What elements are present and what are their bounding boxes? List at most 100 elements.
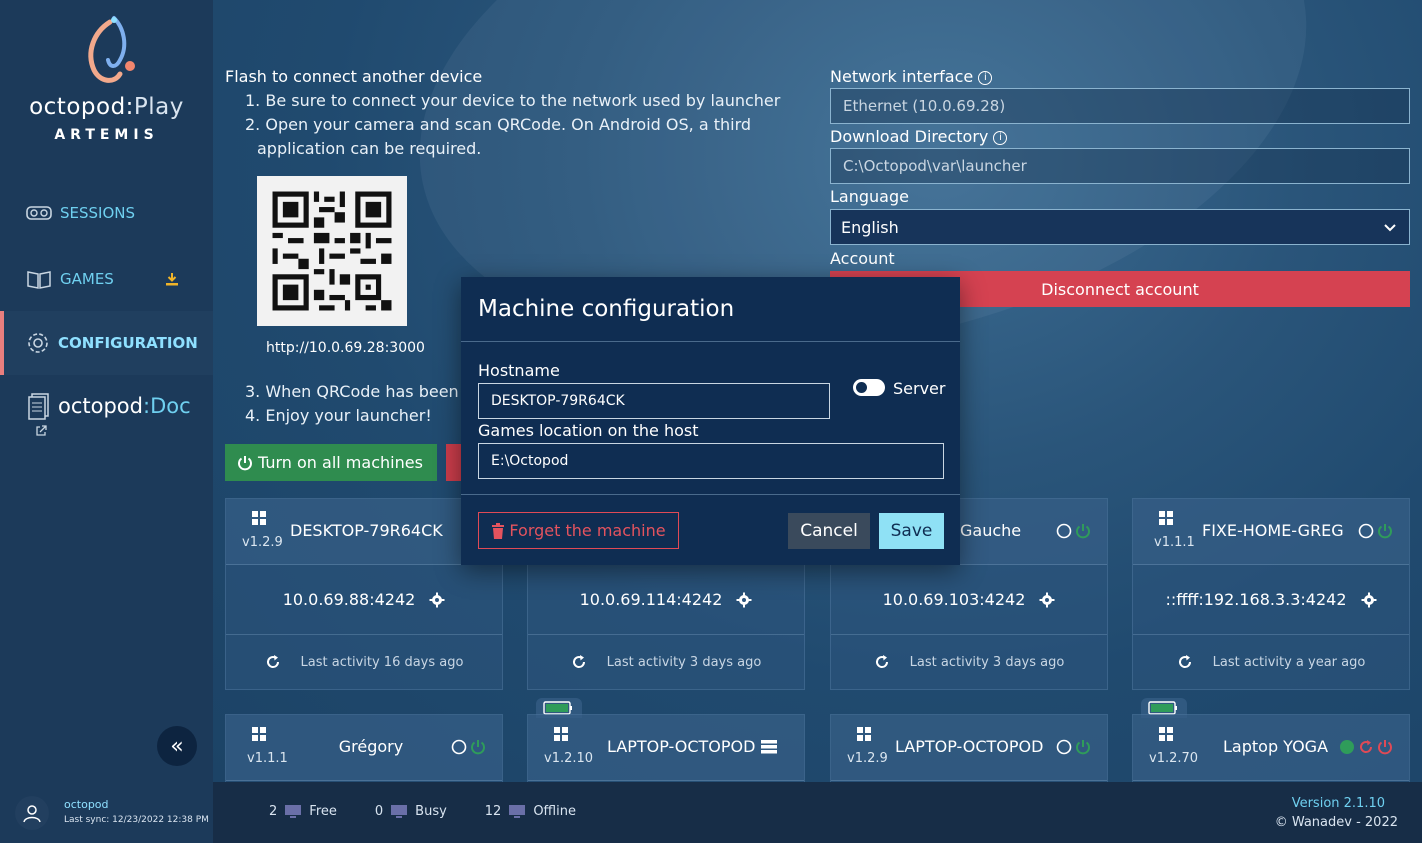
step-3: 3. When QRCode has been fl [245,382,474,401]
machine-card[interactable]: v1.2.9 LAPTOP-OCTOPOD [830,714,1108,782]
step-4: 4. Enjoy your launcher! [245,406,432,425]
windows-icon [252,511,266,525]
logo-colon: : [125,94,134,120]
trash-icon [492,522,505,539]
machine-ip: 10.0.69.103:4242 [882,590,1026,609]
machine-version: v1.2.70 [1149,751,1199,766]
restart-icon[interactable] [1358,739,1374,755]
machine-hostname: LAPTOP-OCTOPOD [607,737,756,756]
stat-free: 2 Free [269,804,337,819]
games-location-input[interactable]: E:\Octopod [478,443,944,479]
games-location-label: Games location on the host [478,421,699,440]
sidebar-item-configuration[interactable]: CONFIGURATION [0,311,213,375]
gear-icon[interactable] [1361,592,1377,608]
machine-activity: Last activity 3 days ago [909,654,1065,670]
qr-code [257,176,407,326]
flash-steps: 1. Be sure to connect your device to the… [245,89,780,161]
network-label: Network interface [830,67,974,86]
network-label-row: Network interface i [830,67,993,86]
account-label: Account [830,249,895,268]
last-sync: Last sync: 12/23/2022 12:38 PM [64,815,209,825]
machine-stats: 2 Free 0 Busy 12 Offline [269,804,614,819]
vr-headset-icon [26,206,52,220]
flash-steps-bottom: 3. When QRCode has been fl 4. Enjoy your… [245,380,474,428]
machine-hostname: Grégory [338,737,404,756]
status-online-icon [1340,740,1354,754]
language-value: English [841,217,899,237]
machine-card[interactable]: v1.1.1 FIXE-HOME-GREG ::ffff:192.168.3.3… [1132,498,1410,690]
info-icon[interactable]: i [993,130,1008,145]
monitor-icon [285,804,302,818]
machine-status-icons [1339,739,1393,755]
machine-activity: Last activity 3 days ago [606,654,762,670]
gear-icon[interactable] [429,592,445,608]
turn-on-all-button[interactable]: Turn on all machines [225,444,437,481]
stat-busy: 0 Busy [375,804,447,819]
user-panel[interactable]: octopod Last sync: 12/23/2022 12:38 PM [0,782,213,843]
machine-card-header: v1.2.70 Laptop YOGA [1133,715,1409,781]
network-interface-field[interactable]: Ethernet (10.0.69.28) [830,88,1410,124]
machine-card-header: v1.2.9 LAPTOP-OCTOPOD [831,715,1107,781]
power-icon[interactable] [1075,523,1091,539]
server-toggle-label: Server [893,379,946,398]
machine-status-icons [1358,523,1393,539]
download-directory-field[interactable]: C:\Octopod\var\launcher [830,148,1410,184]
avatar [15,796,49,830]
language-label: Language [830,187,909,206]
free-count: 2 [269,804,278,819]
machine-version: v1.2.10 [544,751,594,766]
machine-card[interactable]: v1.2.10 LAPTOP-OCTOPOD [527,714,805,782]
machine-activity-row: Last activity a year ago [1133,635,1409,689]
power-off-icon[interactable] [1377,739,1393,755]
server-toggle[interactable] [853,379,885,396]
cancel-button[interactable]: Cancel [788,513,870,549]
status-circle-icon [1358,523,1374,539]
gear-icon[interactable] [736,592,752,608]
machine-version: v1.2.9 [242,535,283,550]
stat-offline: 12 Offline [485,804,576,819]
sidebar-item-sessions[interactable]: SESSIONS [0,181,213,245]
free-label: Free [309,804,337,819]
info-icon[interactable]: i [978,70,993,85]
logo-play-text: Play [133,94,184,120]
machine-card[interactable]: v1.2.70 Laptop YOGA [1132,714,1410,782]
offline-label: Offline [533,804,576,819]
refresh-icon[interactable] [265,654,281,670]
machine-status-icons [451,739,486,755]
forget-machine-button[interactable]: Forget the machine [478,512,679,549]
power-icon[interactable] [1377,523,1393,539]
hostname-input[interactable]: DESKTOP-79R64CK [478,383,830,419]
machine-version: v1.2.9 [847,751,888,766]
machine-hostname: Laptop YOGA [1223,737,1329,756]
refresh-icon[interactable] [1177,654,1193,670]
sidebar-item-games[interactable]: GAMES [0,247,213,311]
language-select[interactable]: English [830,209,1410,245]
machine-ip-row: 10.0.69.114:4242 [528,565,804,635]
windows-icon [252,727,266,741]
download-label-row: Download Directory i [830,127,1008,146]
sidebar: octopod:Play ARTEMIS SESSIONS GAMES CONF… [0,0,213,782]
hostname-label: Hostname [478,361,560,380]
refresh-icon[interactable] [571,654,587,670]
sidebar-item-doc[interactable]: octopod:Doc [28,392,191,420]
octopod-logo-icon [88,16,135,83]
forget-label: Forget the machine [509,521,666,540]
machine-configuration-modal: Machine configuration Hostname DESKTOP-7… [461,277,960,565]
machine-ip-row: 10.0.69.103:4242 [831,565,1107,635]
user-name: octopod [64,798,109,811]
chevron-down-icon [1384,224,1396,232]
refresh-icon[interactable] [874,654,890,670]
collapse-sidebar-button[interactable]: « [157,726,197,766]
divider [461,341,960,342]
machine-activity: Last activity 16 days ago [300,654,464,670]
external-link-icon[interactable] [35,425,47,437]
logo-subtitle: ARTEMIS [54,127,159,143]
status-circle-icon [451,739,467,755]
machine-card[interactable]: v1.1.1 Grégory [225,714,503,782]
power-icon[interactable] [1075,739,1091,755]
machine-card-header: v1.1.1 FIXE-HOME-GREG [1133,499,1409,565]
machine-card-header: v1.2.10 LAPTOP-OCTOPOD [528,715,804,781]
gear-icon[interactable] [1039,592,1055,608]
power-icon[interactable] [470,739,486,755]
save-button[interactable]: Save [879,513,944,549]
